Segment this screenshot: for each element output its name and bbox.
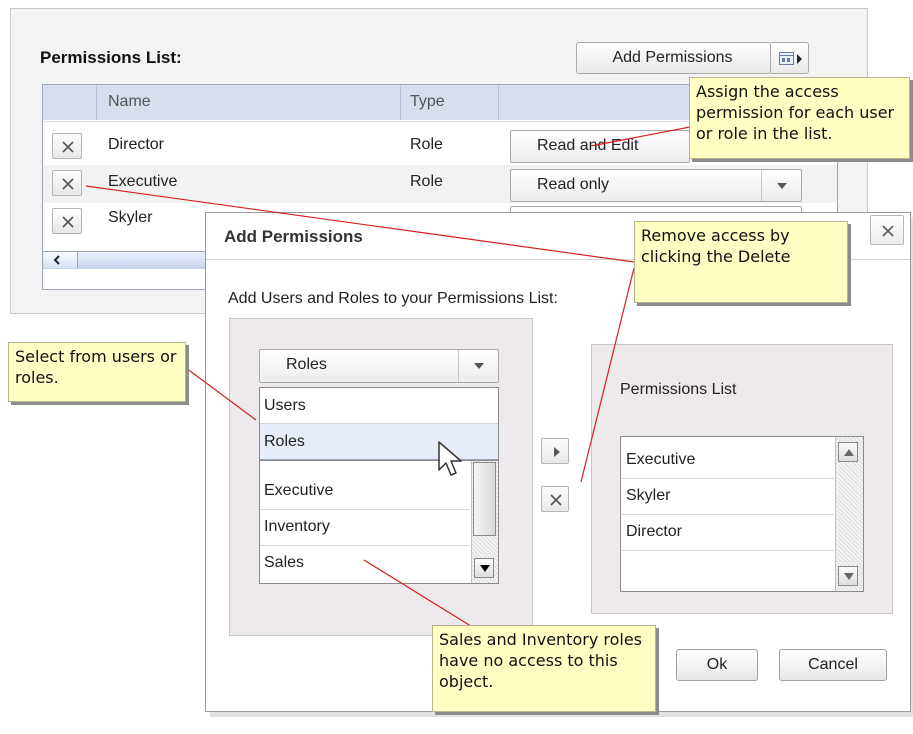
chevron-left-icon	[53, 255, 60, 265]
scroll-down-button[interactable]	[474, 558, 494, 578]
close-icon	[550, 494, 562, 506]
access-select-value: Read only	[537, 176, 610, 193]
triangle-up-icon	[844, 449, 854, 456]
list-item[interactable]: Skyler	[622, 479, 834, 515]
mouse-pointer-icon	[437, 440, 465, 485]
header-divider	[498, 85, 499, 120]
ok-button[interactable]: Ok	[676, 649, 758, 681]
add-permissions-label: Add Permissions	[612, 49, 733, 66]
permissions-list-label: Permissions List	[620, 381, 737, 398]
add-permissions-button[interactable]: Add Permissions	[576, 42, 771, 74]
callout-assign: Assign the access permission for each us…	[689, 77, 910, 159]
access-select[interactable]: Read only	[510, 169, 802, 202]
close-icon	[62, 141, 74, 153]
access-dropdown-toggle[interactable]	[761, 170, 801, 201]
scroll-up-button[interactable]	[838, 442, 858, 462]
triangle-down-icon	[480, 565, 490, 572]
header-divider	[400, 85, 401, 120]
row-name: Skyler	[108, 209, 153, 226]
callout-select: Select from users or roles.	[8, 342, 186, 402]
dialog-close-button[interactable]	[870, 215, 904, 245]
list-item[interactable]: Sales	[260, 546, 470, 582]
delete-button[interactable]	[52, 170, 82, 196]
close-icon	[62, 216, 74, 228]
type-option-users[interactable]: Users	[260, 388, 498, 424]
dialog-instruction: Add Users and Roles to your Permissions …	[228, 290, 558, 307]
permissions-title: Permissions List:	[40, 48, 182, 67]
add-to-list-button[interactable]	[541, 438, 569, 464]
chevron-down-icon	[474, 363, 484, 369]
add-permissions-menu-button[interactable]	[771, 42, 809, 74]
type-select-value: Roles	[286, 356, 327, 373]
scrollbar-thumb[interactable]	[473, 462, 496, 536]
close-icon	[882, 225, 894, 237]
dialog-title: Add Permissions	[224, 227, 363, 246]
access-select-value: Read and Edit	[537, 137, 639, 154]
callout-sales: Sales and Inventory roles have no access…	[432, 625, 656, 712]
columns-icon	[779, 52, 803, 71]
list-item[interactable]: Director	[622, 515, 834, 551]
type-select[interactable]: Roles	[259, 349, 499, 383]
list-item[interactable]: Inventory	[260, 510, 470, 546]
column-header-type[interactable]: Type	[410, 93, 445, 111]
row-type: Role	[410, 136, 443, 153]
scroll-down-button[interactable]	[838, 566, 858, 586]
arrow-right-icon	[554, 447, 560, 457]
close-icon	[62, 178, 74, 190]
access-select[interactable]: Read and Edit	[510, 130, 690, 163]
chevron-down-icon	[777, 183, 787, 189]
callout-remove: Remove access by clicking the Delete	[634, 221, 848, 303]
column-header-name[interactable]: Name	[108, 93, 151, 111]
header-divider	[96, 85, 97, 120]
scroll-left-button[interactable]	[44, 252, 78, 268]
triangle-down-icon	[844, 573, 854, 580]
row-type: Role	[410, 173, 443, 190]
remove-from-list-button[interactable]	[541, 486, 569, 512]
list-item[interactable]: Executive	[622, 443, 834, 479]
row-name: Director	[108, 136, 165, 153]
type-dropdown-toggle[interactable]	[458, 350, 498, 382]
delete-button[interactable]	[52, 133, 82, 159]
row-name: Executive	[108, 173, 178, 190]
delete-button[interactable]	[52, 208, 82, 234]
cancel-button[interactable]: Cancel	[779, 649, 887, 681]
